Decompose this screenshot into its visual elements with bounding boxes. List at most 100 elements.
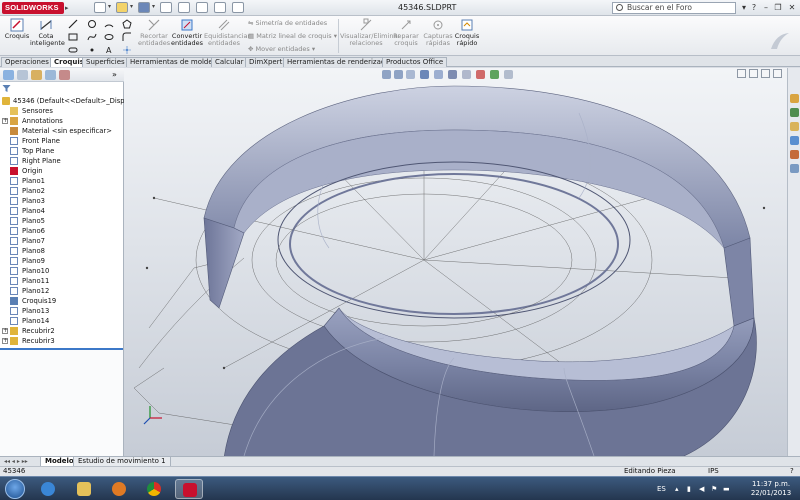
repair-sketch-button[interactable]: Reparar croquis bbox=[392, 18, 420, 47]
expand-toggle-icon[interactable]: + bbox=[2, 338, 8, 344]
view-palette-icon[interactable] bbox=[790, 136, 799, 145]
tree-item[interactable]: Plano4 bbox=[0, 206, 124, 216]
fillet-tool-icon[interactable] bbox=[122, 32, 132, 42]
status-help[interactable]: ? bbox=[790, 467, 794, 476]
graphics-area[interactable] bbox=[124, 68, 787, 456]
tree-item[interactable]: Plano6 bbox=[0, 226, 124, 236]
save-dropdown-icon[interactable]: ▾ bbox=[152, 3, 155, 10]
apply-scene-icon[interactable] bbox=[490, 70, 499, 79]
tree-item[interactable]: Plano8 bbox=[0, 246, 124, 256]
undo-icon[interactable] bbox=[178, 2, 190, 13]
previous-view-icon[interactable] bbox=[406, 70, 415, 79]
network-icon[interactable]: ▮ bbox=[687, 485, 691, 493]
tab-superficies[interactable]: Superficies bbox=[82, 57, 129, 67]
open-folder-icon[interactable] bbox=[116, 2, 128, 13]
tree-item[interactable]: Plano5 bbox=[0, 216, 124, 226]
action-center-icon[interactable]: ⚑ bbox=[711, 485, 717, 493]
trim-entities-button[interactable]: Recortar entidades bbox=[138, 18, 170, 47]
property-manager-tab-icon[interactable] bbox=[17, 70, 28, 80]
tree-root-part[interactable]: 45346 (Default<<Default>_Display St bbox=[0, 96, 124, 106]
zoom-to-fit-icon[interactable] bbox=[382, 70, 391, 79]
tree-item[interactable]: Plano10 bbox=[0, 266, 124, 276]
solidworks-logo[interactable]: SOLIDWORKS bbox=[2, 2, 64, 14]
tree-item[interactable]: Plano13 bbox=[0, 306, 124, 316]
open-dropdown-icon[interactable]: ▾ bbox=[130, 3, 133, 10]
select-arrow-icon[interactable] bbox=[196, 2, 208, 13]
solidworks-resources-icon[interactable] bbox=[790, 94, 799, 103]
print-icon[interactable] bbox=[160, 2, 172, 13]
expand-toggle-icon[interactable]: + bbox=[2, 118, 8, 124]
tab-dimxpert[interactable]: DimXpert bbox=[245, 57, 287, 67]
tree-item[interactable]: Material <sin especificar> bbox=[0, 126, 124, 136]
smart-dimension-button[interactable]: Cota inteligente bbox=[30, 18, 65, 47]
rapid-sketch-button[interactable]: Croquis rápido bbox=[454, 18, 480, 47]
expand-toggle-icon[interactable]: + bbox=[2, 328, 8, 334]
taskbar-chrome[interactable] bbox=[140, 479, 168, 499]
tray-expand-icon[interactable]: ▴ bbox=[675, 485, 679, 493]
mirror-entities-item[interactable]: ⇋ Simetría de entidades bbox=[248, 19, 327, 27]
search-input[interactable]: Buscar en el Foro bbox=[612, 2, 736, 14]
display-delete-relations-button[interactable]: Visualizar/Eliminar relaciones bbox=[340, 18, 400, 47]
taskbar-solidworks[interactable] bbox=[175, 479, 203, 499]
appearances-scenes-icon[interactable] bbox=[790, 150, 799, 159]
zoom-to-area-icon[interactable] bbox=[394, 70, 403, 79]
volume-icon[interactable]: ◀ bbox=[699, 485, 704, 493]
rebuild-icon[interactable] bbox=[214, 2, 226, 13]
arc-tool-icon[interactable] bbox=[104, 19, 114, 29]
tree-item[interactable]: Plano12 bbox=[0, 286, 124, 296]
tree-item[interactable]: Plano14 bbox=[0, 316, 124, 326]
tree-item[interactable]: Plano9 bbox=[0, 256, 124, 266]
file-explorer-icon[interactable] bbox=[790, 122, 799, 131]
tab-scroll-arrows-icon[interactable]: ◂◂ ◂ ▸ ▸▸ bbox=[4, 458, 28, 465]
spline-tool-icon[interactable] bbox=[87, 32, 97, 42]
viewport-close-button[interactable] bbox=[773, 69, 782, 78]
tree-item[interactable]: + Recubrir2 bbox=[0, 326, 124, 336]
help-icon[interactable]: ? bbox=[748, 2, 760, 13]
polygon-tool-icon[interactable] bbox=[122, 19, 132, 29]
slot-tool-icon[interactable] bbox=[68, 45, 78, 55]
custom-properties-icon[interactable] bbox=[790, 164, 799, 173]
view-settings-icon[interactable] bbox=[504, 70, 513, 79]
new-document-icon[interactable] bbox=[94, 2, 106, 13]
feature-manager-tab-icon[interactable] bbox=[3, 70, 14, 80]
edit-appearance-icon[interactable] bbox=[476, 70, 485, 79]
tree-item[interactable]: Top Plane bbox=[0, 146, 124, 156]
save-icon[interactable] bbox=[138, 2, 150, 13]
logo-menu-arrow-icon[interactable]: ▸ bbox=[65, 4, 69, 12]
tab-herramientas-renderizado[interactable]: Herramientas de renderizado bbox=[283, 57, 394, 67]
tree-item[interactable]: Right Plane bbox=[0, 156, 124, 166]
convert-entities-button[interactable]: Convertir entidades bbox=[170, 18, 204, 47]
tab-productos-office[interactable]: Productos Office bbox=[382, 57, 448, 67]
circle-tool-icon[interactable] bbox=[87, 19, 97, 29]
close-button[interactable]: ✕ bbox=[786, 2, 798, 13]
filter-icon[interactable] bbox=[2, 84, 11, 93]
tree-item[interactable]: Plano3 bbox=[0, 196, 124, 206]
sketch-button[interactable]: Croquis bbox=[2, 18, 32, 40]
line-tool-icon[interactable] bbox=[68, 19, 78, 29]
new-dropdown-icon[interactable]: ▾ bbox=[108, 3, 111, 10]
tree-item[interactable]: Plano11 bbox=[0, 276, 124, 286]
options-icon[interactable] bbox=[232, 2, 244, 13]
rectangle-tool-icon[interactable] bbox=[68, 32, 78, 42]
offset-entities-button[interactable]: Equidistanciar entidades bbox=[204, 18, 250, 47]
tab-herramientas-moldes[interactable]: Herramientas de moldes bbox=[126, 57, 221, 67]
power-icon[interactable]: ▬ bbox=[723, 485, 730, 493]
taskbar-file-explorer[interactable] bbox=[70, 479, 98, 499]
minimize-button[interactable]: – bbox=[760, 2, 772, 13]
tree-item[interactable]: Plano2 bbox=[0, 186, 124, 196]
tree-item[interactable]: + Recubrir3 bbox=[0, 336, 124, 346]
panel-expand-icon[interactable]: » bbox=[112, 70, 117, 79]
tree-item[interactable]: + Annotations bbox=[0, 116, 124, 126]
viewport-maximize-button[interactable] bbox=[761, 69, 770, 78]
dimxpert-manager-tab-icon[interactable] bbox=[45, 70, 56, 80]
language-indicator[interactable]: ES bbox=[657, 485, 666, 493]
model-view[interactable] bbox=[124, 68, 787, 456]
plane-tool-icon[interactable] bbox=[122, 45, 132, 55]
point-tool-icon[interactable] bbox=[87, 45, 97, 55]
linear-sketch-pattern-item[interactable]: ▦ Matriz lineal de croquis ▾ bbox=[248, 32, 337, 40]
restore-button[interactable]: ❐ bbox=[772, 2, 784, 13]
text-tool-icon[interactable]: A bbox=[104, 45, 114, 55]
viewport-restore-button[interactable] bbox=[749, 69, 758, 78]
tree-item[interactable]: Croquis19 bbox=[0, 296, 124, 306]
clock[interactable]: 11:37 p.m. 22/01/2013 bbox=[748, 480, 794, 498]
